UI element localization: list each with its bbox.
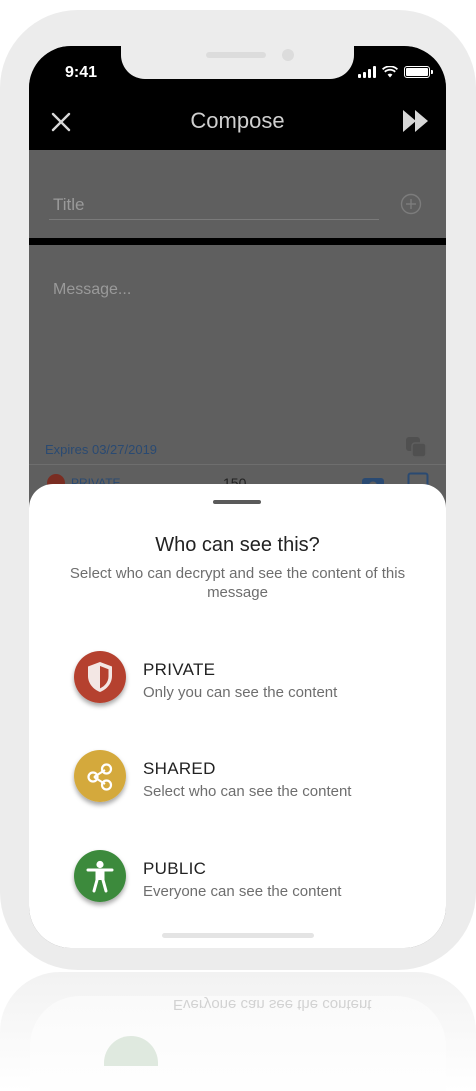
status-time: 9:41 bbox=[65, 64, 98, 81]
share-icon bbox=[74, 750, 126, 802]
title-section bbox=[29, 150, 446, 238]
front-camera bbox=[282, 49, 294, 61]
option-private[interactable]: PRIVATE Only you can see the content bbox=[71, 648, 411, 712]
send-button[interactable] bbox=[402, 108, 430, 134]
option-description: Select who can see the content bbox=[143, 783, 352, 800]
add-circle-icon[interactable] bbox=[400, 193, 422, 215]
sheet-subtitle: Select who can decrypt and see the conte… bbox=[69, 565, 406, 601]
speaker-grille bbox=[206, 52, 266, 58]
battery-icon bbox=[404, 66, 433, 78]
wifi-icon bbox=[382, 66, 398, 78]
fast-forward-icon bbox=[403, 110, 428, 132]
phone-reflection: Everyone can see the content bbox=[0, 972, 476, 1091]
expiry-date-link[interactable]: Expires 03/27/2019 bbox=[45, 442, 157, 457]
title-input[interactable] bbox=[49, 190, 379, 220]
sheet-title: Who can see this? bbox=[155, 534, 320, 556]
option-label: PRIVATE bbox=[143, 660, 216, 679]
reflection-icon bbox=[104, 1036, 158, 1066]
shield-icon bbox=[74, 651, 126, 703]
reflection-screen: Everyone can see the content bbox=[30, 996, 446, 1091]
copy-icon[interactable] bbox=[403, 434, 429, 460]
drag-handle[interactable] bbox=[213, 500, 261, 504]
status-icons bbox=[358, 66, 433, 78]
reflection-text: Everyone can see the content bbox=[173, 996, 372, 1013]
visibility-bottom-sheet: Who can see this? Select who can decrypt… bbox=[29, 484, 446, 948]
option-shared[interactable]: SHARED Select who can see the content bbox=[71, 747, 411, 811]
app-bar: Compose bbox=[29, 98, 446, 150]
status-bar: 9:41 bbox=[29, 46, 446, 98]
message-input[interactable] bbox=[53, 278, 413, 302]
option-public[interactable]: PUBLIC Everyone can see the content bbox=[71, 847, 411, 911]
cellular-signal-icon bbox=[358, 66, 376, 78]
person-icon bbox=[74, 850, 126, 902]
option-description: Everyone can see the content bbox=[143, 883, 342, 900]
notch bbox=[121, 46, 354, 79]
page-title: Compose bbox=[190, 108, 285, 133]
message-section bbox=[29, 245, 446, 460]
home-indicator[interactable] bbox=[162, 933, 314, 938]
option-label: PUBLIC bbox=[143, 859, 207, 878]
option-description: Only you can see the content bbox=[143, 684, 338, 701]
option-label: SHARED bbox=[143, 759, 216, 778]
section-divider bbox=[29, 238, 446, 245]
toolbar-divider bbox=[29, 464, 446, 465]
phone-screen: 9:41 Compose Title Message... Expires 03… bbox=[29, 46, 446, 948]
